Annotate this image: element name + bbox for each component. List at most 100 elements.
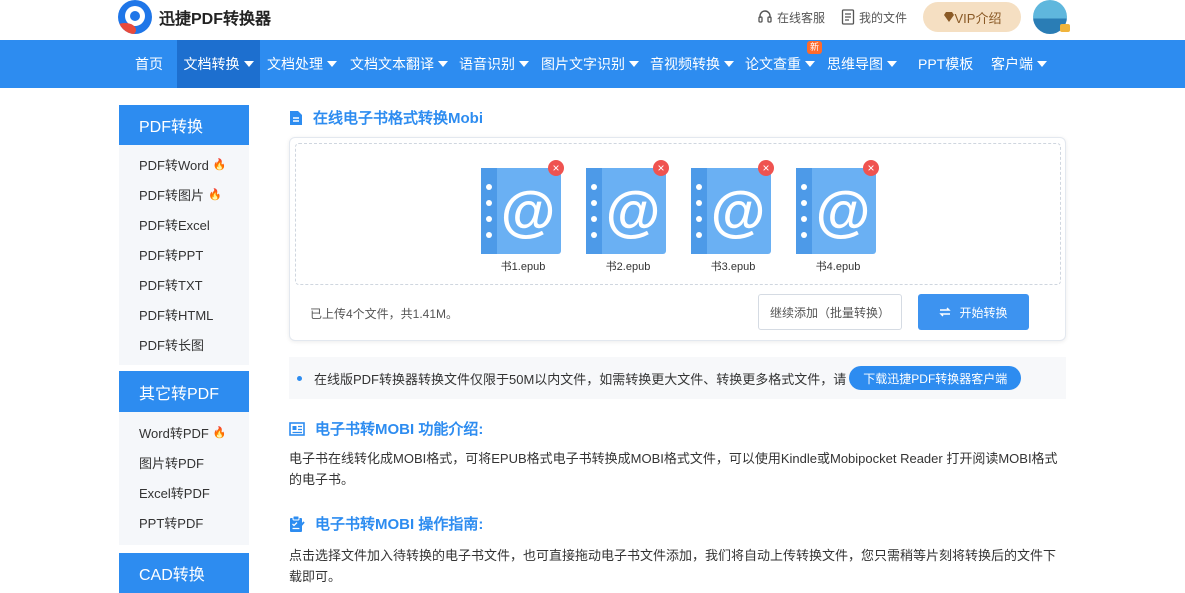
sidebar-item-label: PDF转Excel [139,217,210,233]
ebook-icon: @ [796,168,876,254]
online-service-label: 在线客服 [776,10,825,25]
download-client-button[interactable]: 下载迅捷PDF转换器客户端 [849,366,1022,390]
caret-down-icon [724,61,734,67]
nav-label: 文档文本翻译 [350,56,434,72]
sidebar-item-pdf-to-ppt[interactable]: PDF转PPT [119,239,249,269]
nav-client[interactable]: 客户端 [991,40,1047,88]
sidebar-item-pdf-to-txt[interactable]: PDF转TXT [119,269,249,299]
nav-label: 音视频转换 [650,56,720,72]
nav-av-convert[interactable]: 音视频转换 [650,40,734,88]
convert-icon [939,307,952,317]
sidebar-item-label: PDF转PPT [139,247,204,263]
nav-doc-translate[interactable]: 文档文本翻译 [350,40,448,88]
headset-icon [758,10,772,23]
main-nav: 首页 文档转换 文档处理 文档文本翻译 语音识别 图片文字识别 音视频转换 论文… [0,40,1185,88]
sidebar-item-label: PPT转PDF [139,515,204,531]
sidebar-item-label: PDF转长图 [139,337,205,353]
hot-icon: 🔥 [212,426,227,439]
nav-doc-convert[interactable]: 文档转换 [177,40,260,88]
sidebar-item-pdf-to-long-image[interactable]: PDF转长图 [119,329,249,359]
sidebar: PDF转换 PDF转Word 🔥 PDF转图片 🔥 PDF转Excel PDF转PP… [119,105,249,593]
file-card[interactable]: @ × 书4.epub [796,160,879,274]
new-badge: 新 [807,41,823,54]
brand-logo[interactable]: 迅捷PDF转换器 [118,0,271,34]
remove-file-icon[interactable]: × [653,160,669,176]
nav-label: 首页 [135,56,163,72]
file-name: 书2.epub [605,261,651,273]
top-bar: 迅捷PDF转换器 在线客服 我的文件 VIP介绍 [0,0,1185,40]
caret-down-icon [327,61,337,67]
sidebar-item-word-to-pdf[interactable]: Word转PDF 🔥 [119,417,249,447]
file-card[interactable]: @ × 书3.epub [691,160,774,274]
caret-down-icon [243,61,254,67]
caret-down-icon [629,61,639,67]
nav-label: 文档转换 [183,56,240,72]
nav-label: 思维导图 [827,56,883,72]
caret-down-icon [805,61,815,67]
caret-down-icon [438,61,448,67]
nav-label: 文档处理 [267,56,323,72]
remove-file-icon[interactable]: × [758,160,774,176]
guide-title: 电子书转MOBI 操作指南: [315,516,484,533]
start-convert-button[interactable]: 开始转换 [918,294,1029,330]
file-card[interactable]: @ × 书2.epub [586,160,669,274]
nav-label: 论文查重 [745,56,801,72]
remove-file-icon[interactable]: × [548,160,564,176]
sidebar-item-image-to-pdf[interactable]: 图片转PDF [119,447,249,477]
user-avatar[interactable] [1033,0,1070,34]
intro-text: 电子书在线转化成MOBI格式，可将EPUB格式电子书转换成MOBI格式文件，可以… [289,451,1058,487]
guide-heading: 电子书转MOBI 操作指南: [289,513,1066,534]
sidebar-item-label: PDF转图片 [139,187,205,203]
sidebar-item-pdf-to-image[interactable]: PDF转图片 🔥 [119,179,249,209]
document-icon [841,9,855,25]
bullet-icon [297,375,302,381]
nav-image-ocr[interactable]: 图片文字识别 [541,40,639,88]
nav-mind-map[interactable]: 思维导图 [827,40,897,88]
file-name: 书3.epub [710,261,756,273]
sidebar-item-excel-to-pdf[interactable]: Excel转PDF [119,477,249,507]
upload-info: 已上传4个文件，共1.41M。 [310,307,459,321]
sidebar-item-ppt-to-pdf[interactable]: PPT转PDF [119,507,249,537]
nav-label: PPT模板 [918,56,974,72]
sidebar-item-label: PDF转TXT [139,277,203,293]
sidebar-item-label: Excel转PDF [139,485,210,501]
hot-icon: 🔥 [208,188,222,201]
drop-zone[interactable]: @ × 书1.epub @ × 书2.epub @ × 书3.epub @ × … [295,143,1061,285]
online-service-link[interactable]: 在线客服 [757,9,825,26]
diamond-icon [943,12,954,22]
intro-title: 电子书转MOBI 功能介绍: [315,421,484,438]
sidebar-item-label: 图片转PDF [139,455,205,471]
notice-bar: 在线版PDF转换器转换文件仅限于50M以内文件，如需转换更大文件、转换更多格式文… [289,357,1066,399]
sidebar-group-title[interactable]: CAD转换 [119,553,249,593]
guide-text: 点击选择文件加入待转换的电子书文件，也可直接拖动电子书文件添加，我们将自动上传转… [289,548,1057,584]
file-name: 书1.epub [500,261,546,273]
nav-speech-recognition[interactable]: 语音识别 [459,40,529,88]
caret-down-icon [1037,61,1047,67]
nav-label: 语音识别 [459,56,515,72]
sidebar-item-pdf-to-html[interactable]: PDF转HTML [119,299,249,329]
news-icon [289,421,305,436]
ebook-icon: @ [691,168,771,254]
add-more-button[interactable]: 继续添加（批量转换） [758,294,902,330]
remove-file-icon[interactable]: × [863,160,879,176]
ebook-icon: @ [586,168,666,254]
logo-icon [118,0,152,34]
sidebar-item-pdf-to-excel[interactable]: PDF转Excel [119,209,249,239]
caret-down-icon [519,61,529,67]
nav-home[interactable]: 首页 [121,40,177,88]
nav-ppt-templates[interactable]: PPT模板 [918,40,973,88]
caret-down-icon [887,61,897,67]
nav-doc-process[interactable]: 文档处理 [267,40,337,88]
nav-label: 图片文字识别 [541,56,625,72]
sidebar-item-label: PDF转Word [139,157,209,173]
sidebar-group-title[interactable]: PDF转换 [119,105,249,145]
page-title: 在线电子书格式转换Mobi [289,107,1066,128]
upload-panel: @ × 书1.epub @ × 书2.epub @ × 书3.epub @ × … [289,137,1066,341]
sidebar-group-title[interactable]: 其它转PDF [119,371,249,412]
sidebar-item-pdf-to-word[interactable]: PDF转Word 🔥 [119,149,249,179]
file-card[interactable]: @ × 书1.epub [481,160,564,274]
sidebar-list: PDF转Word 🔥 PDF转图片 🔥 PDF转Excel PDF转PPT PDF转… [119,145,249,365]
my-files-link[interactable]: 我的文件 [841,9,907,26]
vip-button[interactable]: VIP介绍 [923,2,1021,32]
nav-paper-check[interactable]: 论文查重新 [745,40,823,88]
